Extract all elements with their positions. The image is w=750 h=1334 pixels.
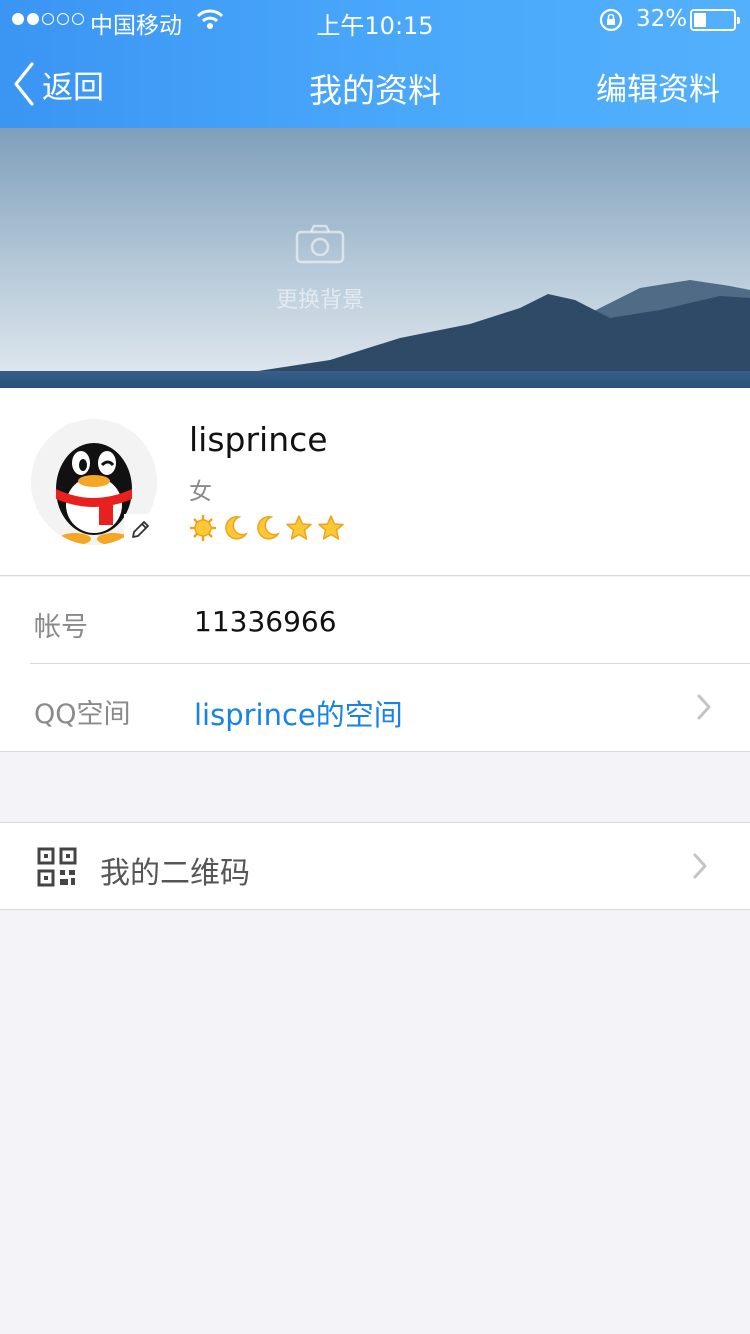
star-level-icon [318, 515, 344, 540]
moon-level-icon [257, 516, 281, 540]
qzone-label: QQ空间 [34, 699, 131, 730]
battery-fill [694, 13, 707, 27]
chevron-left-icon [14, 62, 34, 106]
qzone-link[interactable]: lisprince的空间 [194, 692, 403, 734]
battery-percent: 32% [636, 6, 688, 32]
camera-icon [295, 224, 345, 268]
moon-level-icon [225, 516, 249, 540]
pencil-icon [132, 521, 149, 538]
status-bar: 中国移动 上午10:15 32% [0, 0, 750, 40]
star-level-icon [286, 515, 312, 540]
navigation-bar: 返回 我的资料 编辑资料 [0, 40, 750, 128]
account-info-list: 帐号 11336966 QQ空间 lisprince的空间 [0, 577, 750, 752]
account-row: 帐号 11336966 [0, 577, 750, 664]
qr-code-icon [37, 847, 77, 887]
my-profile-screen: 中国移动 上午10:15 32% 返回 我的资料 编辑资料 更换背景 lispr… [0, 0, 750, 1334]
nickname: lisprince [189, 420, 328, 459]
sun-level-icon [190, 515, 216, 541]
account-label: 帐号 [34, 612, 88, 643]
top-bar: 中国移动 上午10:15 32% 返回 我的资料 编辑资料 [0, 0, 750, 128]
edit-avatar-button[interactable] [124, 514, 156, 546]
change-background-label: 更换背景 [275, 288, 364, 313]
profile-header: lisprince 女 [0, 388, 750, 576]
back-button[interactable]: 返回 [12, 60, 104, 108]
level-badges[interactable] [189, 514, 345, 542]
my-qr-code-row[interactable]: 我的二维码 [0, 822, 750, 910]
edit-profile-button[interactable]: 编辑资料 [596, 64, 720, 109]
gender: 女 [189, 479, 212, 505]
chevron-right-icon [697, 694, 711, 720]
my-qr-code-label: 我的二维码 [100, 856, 250, 891]
account-number: 11336966 [194, 605, 337, 638]
cover-background[interactable]: 更换背景 [0, 128, 750, 388]
qzone-row[interactable]: QQ空间 lisprince的空间 [0, 664, 750, 751]
chevron-right-icon [693, 853, 707, 879]
cover-image [0, 128, 750, 388]
back-label: 返回 [42, 69, 104, 106]
battery-icon [690, 9, 740, 31]
orientation-lock-icon [598, 8, 624, 38]
